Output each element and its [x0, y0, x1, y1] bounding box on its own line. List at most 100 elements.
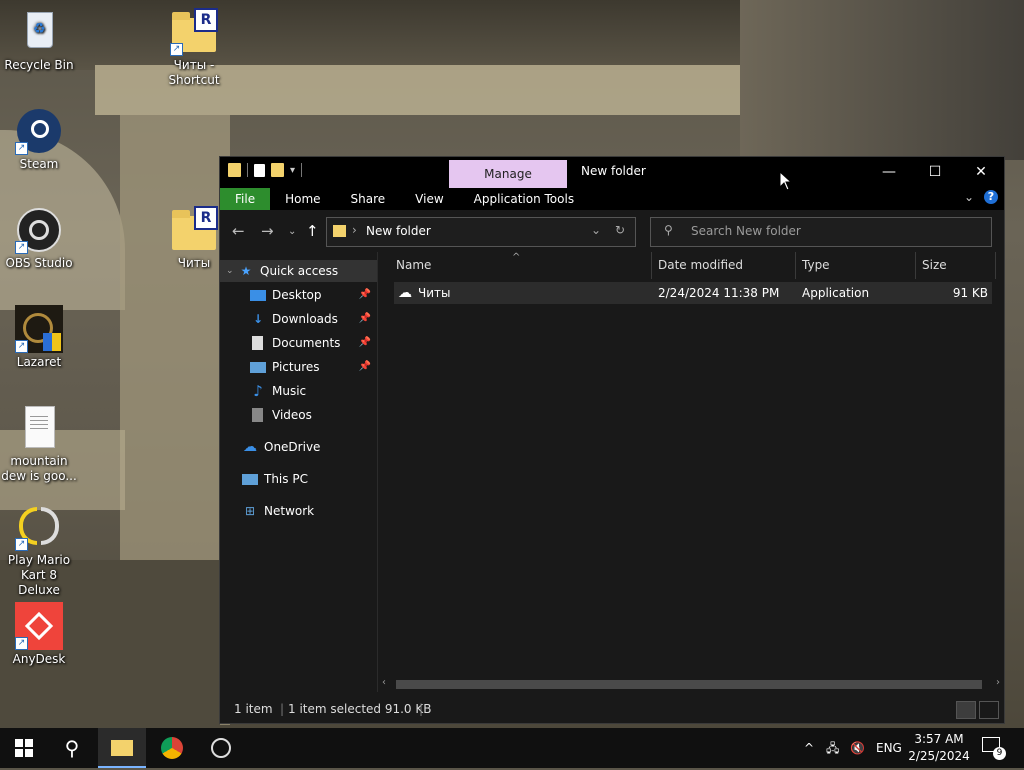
tab-file[interactable]: File	[220, 188, 271, 210]
music-note-icon: ♪	[253, 382, 263, 400]
clock-date: 2/25/2024	[908, 749, 970, 763]
folder-icon	[111, 740, 133, 756]
nav-item-downloads[interactable]: ↓ Downloads 📌	[220, 308, 377, 330]
folder-icon	[228, 163, 241, 177]
network-icon: ⊞	[244, 504, 256, 518]
network-tray-icon[interactable]: 🖧	[826, 728, 839, 768]
recent-locations-icon[interactable]: ⌄	[288, 226, 296, 237]
tab-view[interactable]: View	[400, 188, 458, 210]
file-date: 2/24/2024 11:38 PM	[658, 286, 780, 300]
desktop-icon-steam[interactable]: ↗ Steam	[0, 107, 78, 172]
lazaret-icon: ↗	[15, 305, 63, 353]
tab-share[interactable]: Share	[336, 188, 401, 210]
qat-dropdown-icon[interactable]: ▾	[290, 165, 295, 176]
forward-arrow-icon[interactable]: →	[261, 222, 274, 240]
nav-item-documents[interactable]: Documents 📌	[220, 332, 377, 354]
obs-icon: ↗	[15, 206, 63, 254]
details-view-button[interactable]	[956, 701, 976, 719]
language-indicator[interactable]: ENG	[876, 728, 902, 768]
tab-application-tools[interactable]: Application Tools	[459, 188, 589, 210]
close-button[interactable]: ✕	[958, 157, 1004, 187]
taskbar-obs[interactable]	[197, 728, 245, 768]
search-icon: ⚲	[64, 736, 80, 760]
document-icon	[252, 336, 263, 350]
nav-item-music[interactable]: ♪ Music	[220, 380, 377, 402]
nav-item-network[interactable]: ⊞ Network	[220, 500, 377, 522]
taskbar-file-explorer[interactable]	[98, 728, 146, 768]
search-icon: ⚲	[664, 223, 673, 237]
address-bar[interactable]: › New folder ⌄ ↻	[326, 217, 636, 247]
volume-muted-icon[interactable]: 🔇	[850, 728, 865, 768]
cloud-icon: ☁	[243, 439, 257, 455]
folder-shortcut-icon: R ↗	[170, 8, 218, 56]
window-title: New folder	[581, 164, 646, 178]
desktop-icon-lazaret[interactable]: ↗ Lazaret	[0, 305, 78, 370]
desktop-icon-label: Recycle Bin	[4, 58, 74, 72]
nav-item-desktop[interactable]: Desktop 📌	[220, 284, 377, 306]
obs-icon	[211, 738, 231, 758]
nav-item-label: Downloads	[272, 312, 338, 326]
title-bar[interactable]: ▾ Manage New folder — ☐ ✕	[220, 157, 1004, 188]
chrome-icon	[161, 737, 183, 759]
column-header-type[interactable]: Type	[796, 252, 916, 279]
nav-item-label: Videos	[272, 408, 312, 422]
desktop-icon-recycle-bin[interactable]: ♻ Recycle Bin	[0, 8, 78, 73]
minimize-button[interactable]: —	[866, 157, 912, 187]
nav-item-onedrive[interactable]: ☁ OneDrive	[220, 436, 377, 458]
scrollbar-thumb[interactable]	[396, 680, 982, 689]
desktop-icon-anydesk[interactable]: ↗ AnyDesk	[0, 602, 78, 667]
desktop-icon-label: AnyDesk	[12, 652, 66, 666]
desktop-icon-label: Читы - Shortcut	[168, 58, 220, 87]
properties-icon[interactable]	[254, 163, 265, 177]
horizontal-scrollbar[interactable]: ‹ ›	[378, 676, 1004, 692]
video-icon	[252, 408, 263, 422]
chevron-down-icon[interactable]: ⌄	[591, 223, 601, 237]
desktop-icon-text-file[interactable]: mountain dew is goo...	[0, 404, 78, 484]
text-file-icon	[15, 404, 63, 452]
large-icons-view-button[interactable]	[979, 701, 999, 719]
help-icon[interactable]: ?	[984, 190, 998, 204]
column-header-size[interactable]: Size	[916, 252, 996, 279]
nav-item-pictures[interactable]: Pictures 📌	[220, 356, 377, 378]
desktop-icon	[250, 289, 266, 301]
desktop-icon-chity-shortcut[interactable]: R ↗ Читы - Shortcut	[155, 8, 233, 88]
nav-item-quick-access[interactable]: ⌄ ★ Quick access	[220, 260, 377, 282]
table-row[interactable]: ☁ Читы 2/24/2024 11:38 PM Application 91…	[394, 282, 992, 304]
computer-icon	[242, 473, 258, 485]
manage-tab[interactable]: Manage	[449, 160, 567, 188]
desktop-icon-mario-kart[interactable]: ↗ Play Mario Kart 8 Deluxe	[0, 503, 78, 598]
windows-logo-icon	[15, 739, 33, 757]
picture-icon	[250, 361, 266, 373]
start-button[interactable]	[0, 728, 48, 768]
nav-item-label: Desktop	[272, 288, 322, 302]
tab-home[interactable]: Home	[270, 188, 335, 210]
cloud-sync-icon: ☁	[398, 285, 412, 301]
maximize-button[interactable]: ☐	[912, 157, 958, 187]
sort-caret-icon: ^	[512, 252, 521, 263]
desktop-icon-obs[interactable]: ↗ OBS Studio	[0, 206, 78, 271]
show-hidden-icons-button[interactable]: ^	[804, 728, 814, 768]
scroll-left-icon[interactable]: ‹	[382, 677, 386, 688]
chevron-down-icon[interactable]: ⌄	[226, 260, 238, 282]
column-header-date[interactable]: Date modified	[652, 252, 796, 279]
taskbar-chrome[interactable]	[148, 728, 196, 768]
search-button[interactable]: ⚲	[48, 728, 96, 768]
action-center-button[interactable]: 9	[980, 736, 1006, 760]
refresh-icon[interactable]: ↻	[615, 223, 625, 237]
wallpaper-window	[740, 0, 1024, 160]
search-box[interactable]: ⚲ Search New folder	[650, 217, 992, 247]
nav-item-this-pc[interactable]: This PC	[220, 468, 377, 490]
column-header-name[interactable]: Name ^	[378, 252, 652, 279]
explorer-window: ▾ Manage New folder — ☐ ✕ File Home Shar…	[219, 156, 1005, 724]
back-arrow-icon[interactable]: ←	[232, 222, 245, 240]
nav-item-videos[interactable]: Videos	[220, 404, 377, 426]
new-folder-icon[interactable]	[271, 163, 284, 177]
expand-ribbon-icon[interactable]: ⌄	[964, 190, 974, 204]
clock[interactable]: 3:57 AM 2/25/2024	[908, 731, 970, 765]
up-arrow-icon[interactable]: ↑	[306, 222, 319, 240]
pin-icon: 📌	[358, 361, 371, 372]
selection-info: 1 item selected 91.0 KB	[288, 702, 432, 716]
chevron-right-icon[interactable]: ›	[352, 223, 357, 237]
address-path[interactable]: New folder	[366, 224, 431, 238]
scroll-right-icon[interactable]: ›	[996, 677, 1000, 688]
